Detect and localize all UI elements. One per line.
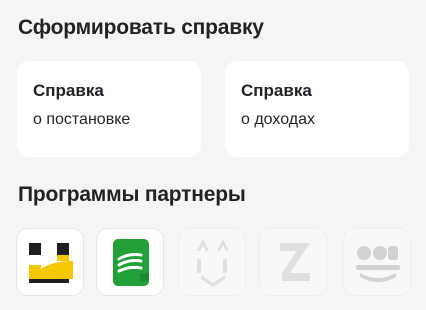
- certificate-card-subtitle: о доходах: [241, 111, 315, 128]
- partner-logo-4-icon: [280, 243, 310, 281]
- certificate-card-registration[interactable]: Справка о постановке: [17, 61, 201, 157]
- partner-tile[interactable]: [96, 228, 164, 296]
- certificates-section-title: Сформировать справку: [18, 16, 264, 39]
- partners-section-title: Программы партнеры: [18, 183, 246, 206]
- yandex-taxi-logo-icon: [29, 243, 73, 283]
- partner-tile[interactable]: [259, 228, 327, 296]
- partner-tile[interactable]: [16, 228, 84, 296]
- certificate-card-title: Справка: [33, 81, 104, 100]
- partner-tile[interactable]: [178, 228, 246, 296]
- partner-tile[interactable]: [343, 228, 411, 296]
- partner-logo-3-icon: [197, 239, 229, 287]
- partner-logo-5-icon: [356, 246, 400, 282]
- certificate-card-title: Справка: [241, 81, 312, 100]
- sber-wallet-logo-icon: [113, 239, 149, 286]
- certificate-card-subtitle: о постановке: [33, 111, 131, 128]
- certificate-card-income[interactable]: Справка о доходах: [225, 61, 409, 157]
